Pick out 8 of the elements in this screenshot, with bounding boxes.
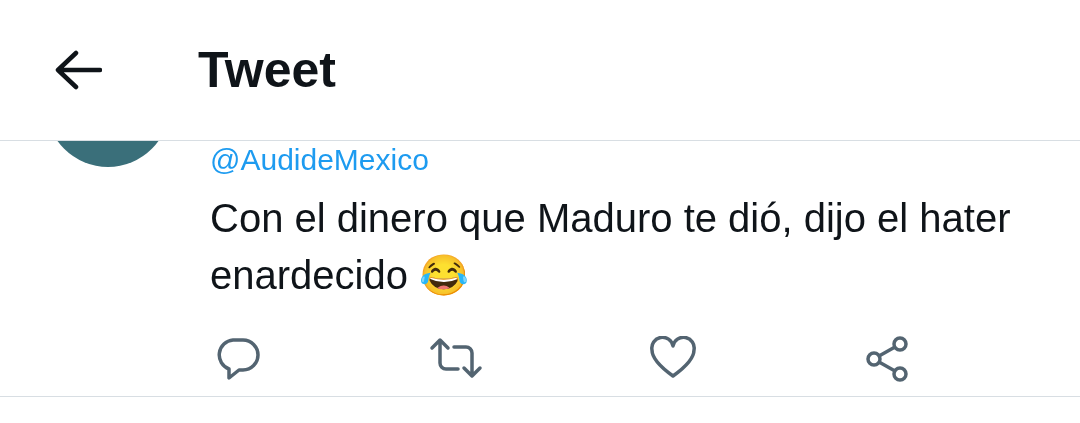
retweet-icon[interactable] <box>429 336 483 380</box>
share-icon[interactable] <box>865 336 911 382</box>
reply-icon[interactable] <box>215 336 261 380</box>
like-icon[interactable] <box>649 336 697 380</box>
back-arrow-icon[interactable] <box>54 50 102 90</box>
tweet-text: Con el dinero que Maduro te dió, dijo el hater enardecido 😂 <box>210 196 1011 297</box>
page-title: Tweet <box>198 40 336 100</box>
user-handle[interactable]: @AudideMexico <box>210 142 429 178</box>
